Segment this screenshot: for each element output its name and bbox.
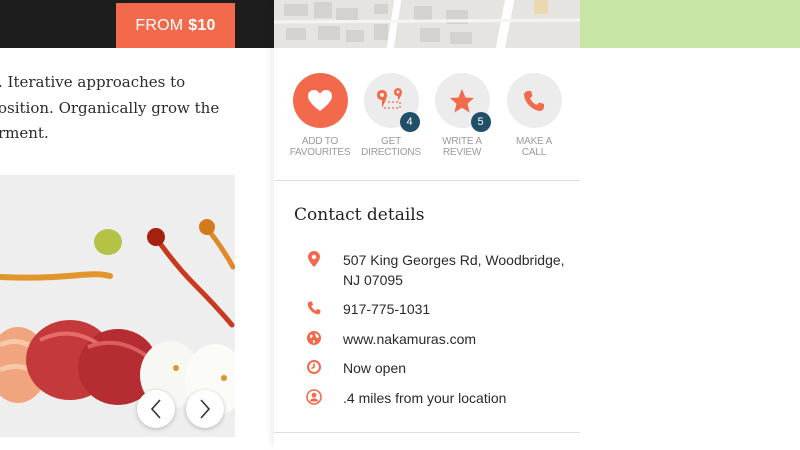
divider [274, 180, 580, 181]
contact-phone: 917-775-1031 [343, 301, 431, 317]
description-line: rment. [0, 124, 49, 142]
price-button[interactable]: FROM $10 [116, 3, 235, 48]
chevron-right-icon [200, 399, 211, 419]
clock-icon [304, 357, 324, 377]
phone-icon [304, 298, 324, 318]
contact-phone-row[interactable]: 917-775-1031 [304, 299, 574, 319]
contact-distance-row: .4 miles from your location [304, 388, 574, 408]
star-icon [450, 88, 474, 112]
get-directions-button[interactable]: 4 GET DIRECTIONS [351, 70, 431, 158]
map-tiles [274, 0, 589, 48]
add-to-favourites-button[interactable]: ADD TO FAVOURITES [280, 70, 360, 158]
gallery-next-button[interactable] [186, 390, 224, 428]
contact-website: www.nakamuras.com [343, 331, 477, 347]
description-line: . Iterative approaches to [0, 73, 186, 91]
listing-description: . Iterative approaches to osition. Organ… [0, 70, 268, 147]
price-value: $10 [188, 16, 216, 34]
action-circle [292, 73, 348, 128]
action-label: GET DIRECTIONS [361, 136, 421, 158]
location-map[interactable] [274, 0, 589, 48]
make-a-call-button[interactable]: MAKE A CALL [494, 70, 574, 158]
gallery-prev-button[interactable] [137, 390, 175, 428]
action-circle: 4 [363, 73, 420, 132]
contact-hours: Now open [343, 360, 407, 376]
quick-actions: ADD TO FAVOURITES 4 GET DIRECTIONS 5 WRI… [274, 70, 580, 182]
contact-hours-row: Now open [304, 358, 574, 378]
action-circle: 5 [434, 73, 491, 132]
contact-distance: .4 miles from your location [343, 390, 507, 406]
listing-column: FROM $10 . Iterative approaches to ositi… [0, 0, 274, 450]
user-location-icon [304, 387, 324, 407]
contact-address-row: 507 King Georges Rd, Woodbridge, NJ 0709… [304, 250, 574, 290]
description-line: osition. Organically grow the [0, 98, 220, 117]
chevron-left-icon [150, 399, 161, 419]
action-label: MAKE A CALL [515, 136, 553, 158]
review-count-badge: 5 [470, 112, 491, 132]
directions-count-badge: 4 [399, 112, 420, 132]
heart-icon [308, 89, 332, 111]
price-prefix: FROM [135, 16, 184, 34]
top-bar: FROM $10 [0, 0, 274, 48]
divider [274, 432, 580, 433]
action-label: WRITE A REVIEW [442, 136, 482, 158]
map-park-area[interactable] [580, 0, 800, 48]
map-pin-icon [304, 249, 324, 269]
contact-website-row[interactable]: www.nakamuras.com [304, 329, 574, 349]
map-route-icon [377, 87, 402, 109]
phone-icon [524, 90, 544, 111]
action-circle [506, 73, 562, 128]
details-panel: ADD TO FAVOURITES 4 GET DIRECTIONS 5 WRI… [274, 0, 589, 450]
action-label: ADD TO FAVOURITES [289, 136, 351, 158]
contact-address: 507 King Georges Rd, Woodbridge, NJ 0709… [343, 252, 565, 288]
contact-details-heading: Contact details [294, 205, 425, 225]
globe-icon [304, 328, 324, 348]
write-a-review-button[interactable]: 5 WRITE A REVIEW [422, 70, 502, 158]
